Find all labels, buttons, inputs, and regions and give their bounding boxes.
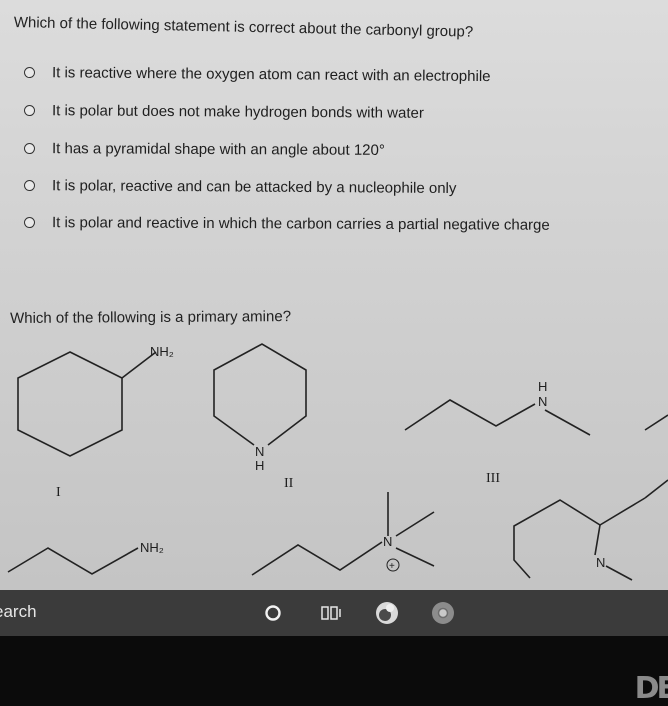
question-1-text: Which of the following statement is corr… (13, 14, 474, 41)
option-1[interactable]: It is reactive where the oxygen atom can… (23, 64, 491, 86)
quat-n-label: N (383, 534, 392, 549)
taskbar-search[interactable]: earch (0, 602, 37, 622)
radio-button[interactable] (23, 105, 36, 117)
ammonium-chain (251, 541, 383, 576)
option-4[interactable]: It is polar, reactive and can be attacke… (23, 177, 457, 198)
roman-numeral-2: II (284, 476, 294, 491)
structure-quaternary-ammonium[interactable]: N + (251, 492, 435, 576)
radio-button[interactable] (23, 143, 36, 155)
n-methyl-down (395, 547, 435, 567)
ring-h-label: H (255, 458, 264, 473)
taskbar: earch (0, 590, 668, 636)
option-label: It has a pyramidal shape with an angle a… (51, 140, 385, 159)
option-2[interactable]: It is polar but does not make hydrogen b… (23, 102, 424, 122)
nh2-label-bottom: NH₂ (140, 540, 164, 555)
option-label: It is polar but does not make hydrogen b… (51, 102, 424, 122)
radio-button[interactable] (23, 67, 36, 79)
ring-n-label: N (255, 444, 264, 459)
option-label: It is polar and reactive in which the ca… (51, 214, 550, 234)
option-label: It is polar, reactive and can be attacke… (51, 177, 457, 198)
plus-charge: + (389, 561, 395, 572)
laptop-bezel: DE (0, 636, 668, 706)
n-substituent-bond (605, 565, 633, 581)
propyl-chain (7, 547, 139, 575)
cyclohexane-ring (17, 351, 123, 457)
ring-n2-label: N (596, 555, 605, 570)
carbon-chain (404, 399, 536, 431)
task-view-icon[interactable] (316, 598, 346, 628)
option-3[interactable]: It has a pyramidal shape with an angle a… (23, 140, 385, 159)
question-2-text: Which of the following is a primary amin… (10, 308, 292, 327)
piperidine-ring (213, 343, 307, 446)
chrome-browser-icon[interactable] (428, 598, 458, 628)
screen: Which of the following statement is corr… (0, 0, 668, 590)
structure-propylamine[interactable]: NH₂ (7, 540, 164, 575)
n-methyl-right (395, 511, 435, 537)
laptop-brand-logo: DE (634, 671, 668, 706)
edge-browser-icon[interactable] (372, 598, 402, 628)
ring-substituent-bond-2 (644, 479, 668, 499)
ring-substituent-bond (599, 497, 646, 526)
option-label: It is reactive where the oxygen atom can… (51, 64, 491, 86)
roman-numeral-3: III (486, 471, 500, 486)
structure-secondary-amine[interactable]: H N (404, 379, 668, 436)
structure-n-ring[interactable]: N (513, 479, 668, 581)
ring-bonds (513, 499, 601, 579)
chain-n-label: N (538, 394, 547, 409)
cortana-icon[interactable] (258, 598, 288, 628)
option-5[interactable]: It is polar and reactive in which the ca… (23, 214, 550, 234)
n-methyl-bond (544, 409, 591, 436)
structure-cyclohexylamine[interactable]: NH₂ (17, 344, 174, 457)
radio-button[interactable] (23, 180, 36, 192)
roman-numeral-1: I (56, 485, 61, 500)
chain-h-label: H (538, 379, 547, 394)
radio-button[interactable] (23, 217, 36, 229)
structure-piperidine[interactable]: N H (213, 343, 307, 473)
partial-bond (644, 414, 668, 431)
chemical-structures: NH₂ I N H II H N III NH₂ N + N (7, 343, 668, 581)
nh2-label: NH₂ (150, 344, 174, 359)
